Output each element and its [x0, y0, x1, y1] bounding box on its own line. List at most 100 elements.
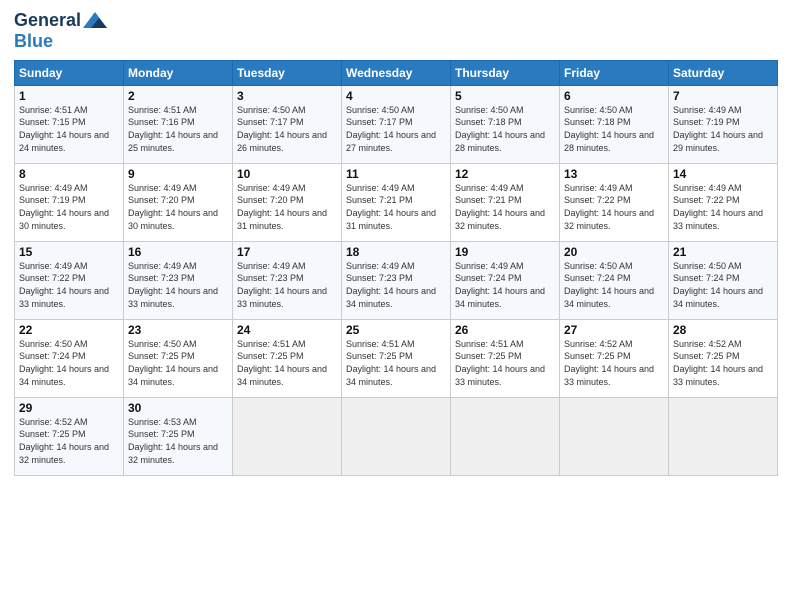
header: General Blue: [14, 10, 778, 52]
day-number: 26: [455, 323, 555, 337]
day-info: Sunrise: 4:50 AMSunset: 7:18 PMDaylight:…: [564, 105, 654, 153]
day-number: 11: [346, 167, 446, 181]
calendar-cell: 24 Sunrise: 4:51 AMSunset: 7:25 PMDaylig…: [233, 319, 342, 397]
calendar-cell: 10 Sunrise: 4:49 AMSunset: 7:20 PMDaylig…: [233, 163, 342, 241]
col-header-wednesday: Wednesday: [342, 60, 451, 85]
calendar-cell: 20 Sunrise: 4:50 AMSunset: 7:24 PMDaylig…: [560, 241, 669, 319]
day-info: Sunrise: 4:49 AMSunset: 7:21 PMDaylight:…: [455, 183, 545, 231]
calendar-cell: 14 Sunrise: 4:49 AMSunset: 7:22 PMDaylig…: [669, 163, 778, 241]
day-info: Sunrise: 4:52 AMSunset: 7:25 PMDaylight:…: [564, 339, 654, 387]
day-number: 10: [237, 167, 337, 181]
day-number: 27: [564, 323, 664, 337]
calendar-cell: 26 Sunrise: 4:51 AMSunset: 7:25 PMDaylig…: [451, 319, 560, 397]
day-number: 3: [237, 89, 337, 103]
col-header-sunday: Sunday: [15, 60, 124, 85]
day-number: 13: [564, 167, 664, 181]
day-number: 8: [19, 167, 119, 181]
calendar-cell: [233, 397, 342, 475]
day-number: 17: [237, 245, 337, 259]
calendar-cell: 30 Sunrise: 4:53 AMSunset: 7:25 PMDaylig…: [124, 397, 233, 475]
calendar-cell: 29 Sunrise: 4:52 AMSunset: 7:25 PMDaylig…: [15, 397, 124, 475]
day-number: 25: [346, 323, 446, 337]
col-header-saturday: Saturday: [669, 60, 778, 85]
calendar-cell: 27 Sunrise: 4:52 AMSunset: 7:25 PMDaylig…: [560, 319, 669, 397]
day-info: Sunrise: 4:49 AMSunset: 7:20 PMDaylight:…: [128, 183, 218, 231]
calendar-cell: [669, 397, 778, 475]
day-info: Sunrise: 4:50 AMSunset: 7:24 PMDaylight:…: [673, 261, 763, 309]
calendar-cell: 1 Sunrise: 4:51 AMSunset: 7:15 PMDayligh…: [15, 85, 124, 163]
day-number: 4: [346, 89, 446, 103]
day-info: Sunrise: 4:49 AMSunset: 7:19 PMDaylight:…: [19, 183, 109, 231]
calendar-cell: [451, 397, 560, 475]
day-number: 15: [19, 245, 119, 259]
day-number: 23: [128, 323, 228, 337]
day-number: 2: [128, 89, 228, 103]
calendar-week-row: 29 Sunrise: 4:52 AMSunset: 7:25 PMDaylig…: [15, 397, 778, 475]
calendar-cell: 17 Sunrise: 4:49 AMSunset: 7:23 PMDaylig…: [233, 241, 342, 319]
day-info: Sunrise: 4:52 AMSunset: 7:25 PMDaylight:…: [673, 339, 763, 387]
day-info: Sunrise: 4:52 AMSunset: 7:25 PMDaylight:…: [19, 417, 109, 465]
calendar-header-row: SundayMondayTuesdayWednesdayThursdayFrid…: [15, 60, 778, 85]
calendar-cell: 13 Sunrise: 4:49 AMSunset: 7:22 PMDaylig…: [560, 163, 669, 241]
day-number: 29: [19, 401, 119, 415]
logo-text-general: General: [14, 11, 81, 31]
col-header-friday: Friday: [560, 60, 669, 85]
day-number: 12: [455, 167, 555, 181]
day-info: Sunrise: 4:49 AMSunset: 7:22 PMDaylight:…: [673, 183, 763, 231]
day-info: Sunrise: 4:50 AMSunset: 7:18 PMDaylight:…: [455, 105, 545, 153]
calendar-cell: 7 Sunrise: 4:49 AMSunset: 7:19 PMDayligh…: [669, 85, 778, 163]
day-info: Sunrise: 4:51 AMSunset: 7:16 PMDaylight:…: [128, 105, 218, 153]
calendar-cell: 11 Sunrise: 4:49 AMSunset: 7:21 PMDaylig…: [342, 163, 451, 241]
calendar-cell: 5 Sunrise: 4:50 AMSunset: 7:18 PMDayligh…: [451, 85, 560, 163]
calendar-table: SundayMondayTuesdayWednesdayThursdayFrid…: [14, 60, 778, 476]
day-number: 28: [673, 323, 773, 337]
calendar-cell: 21 Sunrise: 4:50 AMSunset: 7:24 PMDaylig…: [669, 241, 778, 319]
day-number: 30: [128, 401, 228, 415]
day-number: 22: [19, 323, 119, 337]
day-number: 21: [673, 245, 773, 259]
calendar-cell: 6 Sunrise: 4:50 AMSunset: 7:18 PMDayligh…: [560, 85, 669, 163]
day-number: 9: [128, 167, 228, 181]
day-number: 16: [128, 245, 228, 259]
calendar-week-row: 8 Sunrise: 4:49 AMSunset: 7:19 PMDayligh…: [15, 163, 778, 241]
calendar-cell: 23 Sunrise: 4:50 AMSunset: 7:25 PMDaylig…: [124, 319, 233, 397]
day-info: Sunrise: 4:49 AMSunset: 7:21 PMDaylight:…: [346, 183, 436, 231]
calendar-cell: [342, 397, 451, 475]
day-info: Sunrise: 4:50 AMSunset: 7:24 PMDaylight:…: [19, 339, 109, 387]
calendar-cell: 3 Sunrise: 4:50 AMSunset: 7:17 PMDayligh…: [233, 85, 342, 163]
day-info: Sunrise: 4:49 AMSunset: 7:23 PMDaylight:…: [346, 261, 436, 309]
day-info: Sunrise: 4:49 AMSunset: 7:19 PMDaylight:…: [673, 105, 763, 153]
logo-icon: [81, 10, 109, 32]
calendar-cell: 4 Sunrise: 4:50 AMSunset: 7:17 PMDayligh…: [342, 85, 451, 163]
calendar-cell: 15 Sunrise: 4:49 AMSunset: 7:22 PMDaylig…: [15, 241, 124, 319]
day-number: 19: [455, 245, 555, 259]
day-number: 5: [455, 89, 555, 103]
calendar-cell: 18 Sunrise: 4:49 AMSunset: 7:23 PMDaylig…: [342, 241, 451, 319]
calendar-week-row: 1 Sunrise: 4:51 AMSunset: 7:15 PMDayligh…: [15, 85, 778, 163]
calendar-cell: 9 Sunrise: 4:49 AMSunset: 7:20 PMDayligh…: [124, 163, 233, 241]
calendar-week-row: 22 Sunrise: 4:50 AMSunset: 7:24 PMDaylig…: [15, 319, 778, 397]
calendar-cell: 25 Sunrise: 4:51 AMSunset: 7:25 PMDaylig…: [342, 319, 451, 397]
day-info: Sunrise: 4:49 AMSunset: 7:22 PMDaylight:…: [564, 183, 654, 231]
day-info: Sunrise: 4:50 AMSunset: 7:25 PMDaylight:…: [128, 339, 218, 387]
day-info: Sunrise: 4:51 AMSunset: 7:15 PMDaylight:…: [19, 105, 109, 153]
col-header-monday: Monday: [124, 60, 233, 85]
calendar-cell: 28 Sunrise: 4:52 AMSunset: 7:25 PMDaylig…: [669, 319, 778, 397]
calendar-cell: 22 Sunrise: 4:50 AMSunset: 7:24 PMDaylig…: [15, 319, 124, 397]
day-number: 6: [564, 89, 664, 103]
day-number: 7: [673, 89, 773, 103]
day-info: Sunrise: 4:53 AMSunset: 7:25 PMDaylight:…: [128, 417, 218, 465]
calendar-cell: 19 Sunrise: 4:49 AMSunset: 7:24 PMDaylig…: [451, 241, 560, 319]
calendar-cell: 8 Sunrise: 4:49 AMSunset: 7:19 PMDayligh…: [15, 163, 124, 241]
day-number: 20: [564, 245, 664, 259]
calendar-cell: [560, 397, 669, 475]
day-info: Sunrise: 4:51 AMSunset: 7:25 PMDaylight:…: [237, 339, 327, 387]
calendar-week-row: 15 Sunrise: 4:49 AMSunset: 7:22 PMDaylig…: [15, 241, 778, 319]
day-number: 18: [346, 245, 446, 259]
day-number: 1: [19, 89, 119, 103]
day-info: Sunrise: 4:51 AMSunset: 7:25 PMDaylight:…: [346, 339, 436, 387]
calendar-cell: 16 Sunrise: 4:49 AMSunset: 7:23 PMDaylig…: [124, 241, 233, 319]
calendar-cell: 2 Sunrise: 4:51 AMSunset: 7:16 PMDayligh…: [124, 85, 233, 163]
day-info: Sunrise: 4:49 AMSunset: 7:20 PMDaylight:…: [237, 183, 327, 231]
col-header-thursday: Thursday: [451, 60, 560, 85]
